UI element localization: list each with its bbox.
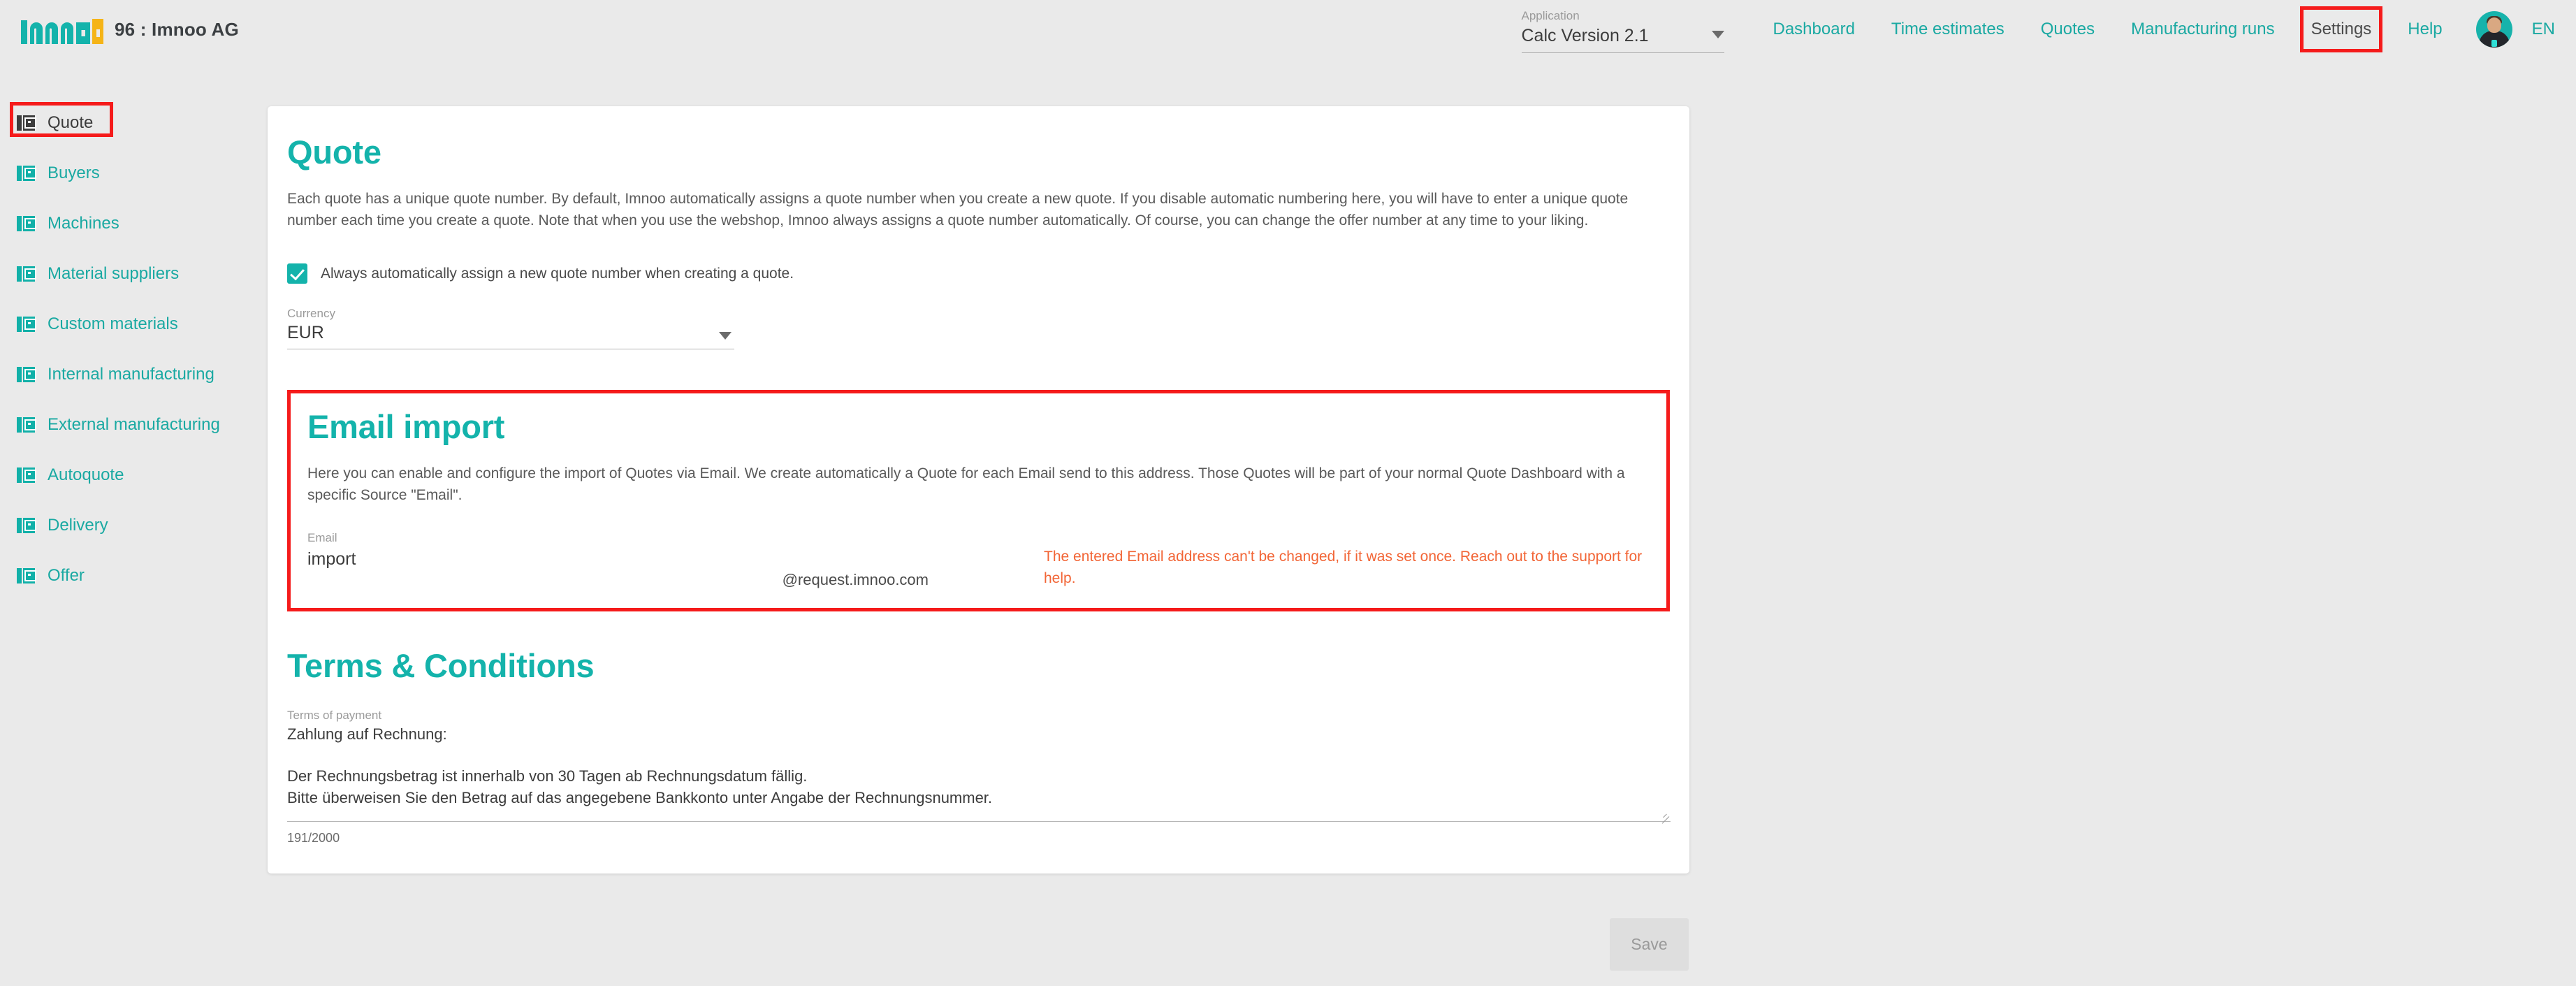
sidebar-item-material-suppliers[interactable]: Material suppliers <box>0 249 265 299</box>
application-label: Application <box>1521 9 1580 23</box>
application-value: Calc Version 2.1 <box>1521 26 1649 46</box>
textarea-resize-handle[interactable] <box>1659 808 1669 818</box>
sidebar-item-quote[interactable]: Quote <box>0 98 265 148</box>
machines-icon <box>17 216 36 231</box>
avatar[interactable] <box>2475 11 2512 48</box>
internal-manufacturing-icon <box>17 367 36 382</box>
sidebar-item-label: Delivery <box>48 516 108 535</box>
external-manufacturing-icon <box>17 417 36 433</box>
nav-link-help[interactable]: Help <box>2389 20 2460 39</box>
material-suppliers-icon <box>17 266 36 282</box>
terms-section-title: Terms & Conditions <box>287 646 595 684</box>
language-selector[interactable]: EN <box>2532 20 2555 39</box>
sidebar-item-label: Material suppliers <box>48 264 180 283</box>
sidebar-item-buyers[interactable]: Buyers <box>0 148 265 198</box>
sidebar-item-autoquote[interactable]: Autoquote <box>0 450 265 500</box>
email-input-row: Email import @request.imnoo.com The ente… <box>307 532 1650 590</box>
settings-card: Quote Each quote has a unique quote numb… <box>268 106 1689 873</box>
sidebar-item-label: Offer <box>48 566 85 585</box>
quote-section-description: Each quote has a unique quote number. By… <box>287 190 1629 229</box>
sidebar-item-label: Machines <box>48 214 119 233</box>
currency-select[interactable]: Currency EUR <box>287 307 734 350</box>
sidebar-item-label: Quote <box>48 113 94 132</box>
application-select[interactable]: Application Calc Version 2.1 <box>1521 6 1724 53</box>
terms-line: Bitte überweisen Sie den Betrag auf das … <box>287 788 993 806</box>
terms-line: Der Rechnungsbetrag ist innerhalb von 30… <box>287 767 808 785</box>
top-nav: Application Calc Version 2.1 Dashboard T… <box>1521 0 2576 59</box>
email-domain-suffix: @request.imnoo.com <box>782 570 929 588</box>
sidebar-item-external-manufacturing[interactable]: External manufacturing <box>0 400 265 450</box>
nav-link-manufacturing-runs[interactable]: Manufacturing runs <box>2113 20 2292 39</box>
terms-of-payment-label: Terms of payment <box>287 708 382 722</box>
terms-line-blank <box>287 748 1671 768</box>
auto-quote-number-row[interactable]: Always automatically assign a new quote … <box>287 263 1670 284</box>
quote-section-title: Quote <box>287 133 381 171</box>
email-import-title: Email import <box>307 408 505 446</box>
currency-value: EUR <box>287 323 324 343</box>
sidebar: Quote Buyers Machines Material suppliers… <box>0 98 265 601</box>
sidebar-item-offer[interactable]: Offer <box>0 551 265 601</box>
character-counter: 191/2000 <box>287 830 340 845</box>
delivery-icon <box>17 518 36 533</box>
terms-of-payment-textarea[interactable]: Zahlung auf Rechnung: Der Rechnungsbetra… <box>287 725 1671 822</box>
avatar-badge <box>2491 40 2497 47</box>
save-button[interactable]: Save <box>1610 918 1689 971</box>
currency-label: Currency <box>287 307 335 321</box>
sidebar-item-label: Internal manufacturing <box>48 365 214 384</box>
brand[interactable]: 96 : Imnoo AG <box>21 15 239 44</box>
sidebar-item-label: Buyers <box>48 164 100 182</box>
avatar-head <box>2487 17 2501 33</box>
email-label: Email <box>307 530 337 544</box>
auto-quote-number-checkbox[interactable] <box>287 263 307 284</box>
chevron-down-icon[interactable] <box>719 332 732 340</box>
chevron-down-icon[interactable] <box>1711 30 1724 38</box>
sidebar-item-internal-manufacturing[interactable]: Internal manufacturing <box>0 349 265 400</box>
sidebar-item-machines[interactable]: Machines <box>0 198 265 249</box>
quote-icon <box>17 115 36 131</box>
imnoo-logo-icon <box>21 15 103 44</box>
custom-materials-icon <box>17 317 36 332</box>
account-name: 96 : Imnoo AG <box>115 18 239 40</box>
buyers-icon <box>17 166 36 181</box>
nav-links: Dashboard Time estimates Quotes Manufact… <box>1755 6 2461 52</box>
email-input[interactable]: Email import <box>307 532 756 568</box>
autoquote-icon <box>17 467 36 483</box>
nav-link-time-estimates[interactable]: Time estimates <box>1873 20 2023 39</box>
email-warning-text: The entered Email address can't be chang… <box>1044 548 1643 587</box>
sidebar-item-label: Custom materials <box>48 314 178 333</box>
offer-icon <box>17 568 36 583</box>
quote-section: Quote Each quote has a unique quote numb… <box>287 106 1670 350</box>
sidebar-item-label: External manufacturing <box>48 415 220 434</box>
nav-link-settings-wrapper: Settings <box>2293 6 2390 52</box>
email-value: import <box>307 549 356 569</box>
auto-quote-number-label: Always automatically assign a new quote … <box>321 265 794 282</box>
sidebar-item-label: Autoquote <box>48 465 124 484</box>
sidebar-item-custom-materials[interactable]: Custom materials <box>0 299 265 349</box>
email-import-section: Email import Here you can enable and con… <box>287 390 1670 611</box>
sidebar-item-delivery[interactable]: Delivery <box>0 500 265 551</box>
terms-line: Zahlung auf Rechnung: <box>287 725 447 743</box>
top-bar: 96 : Imnoo AG Application Calc Version 2… <box>0 0 2576 59</box>
terms-section: Terms & Conditions Terms of payment Zahl… <box>287 646 1671 846</box>
terms-of-payment-field[interactable]: Terms of payment Zahlung auf Rechnung: D… <box>287 709 1671 846</box>
nav-link-dashboard[interactable]: Dashboard <box>1755 20 1873 39</box>
nav-link-settings[interactable]: Settings <box>2293 20 2390 38</box>
nav-link-quotes[interactable]: Quotes <box>2023 20 2113 39</box>
email-import-description: Here you can enable and configure the im… <box>307 465 1625 503</box>
